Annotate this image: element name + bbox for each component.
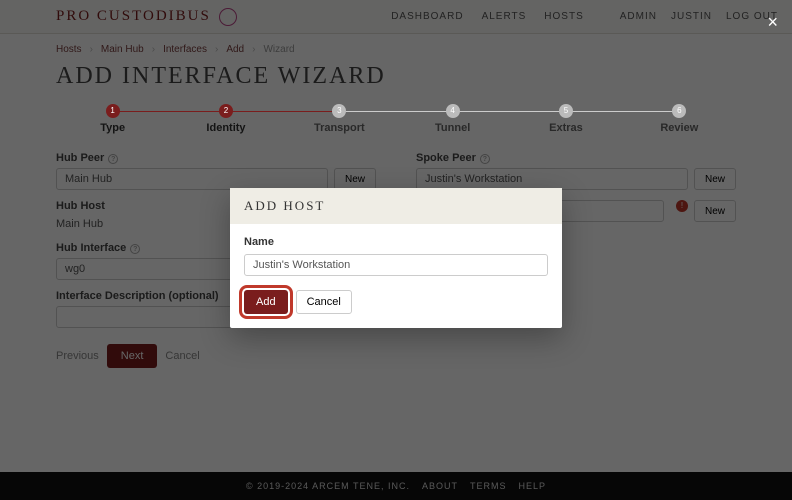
- modal-name-label: Name: [244, 236, 548, 248]
- add-host-modal: ADD HOST Name Add Cancel: [230, 188, 562, 328]
- modal-name-input[interactable]: [244, 254, 548, 276]
- modal-cancel-button[interactable]: Cancel: [296, 290, 352, 314]
- close-icon[interactable]: ×: [767, 12, 778, 33]
- modal-title: ADD HOST: [230, 188, 562, 224]
- modal-add-button[interactable]: Add: [244, 290, 288, 314]
